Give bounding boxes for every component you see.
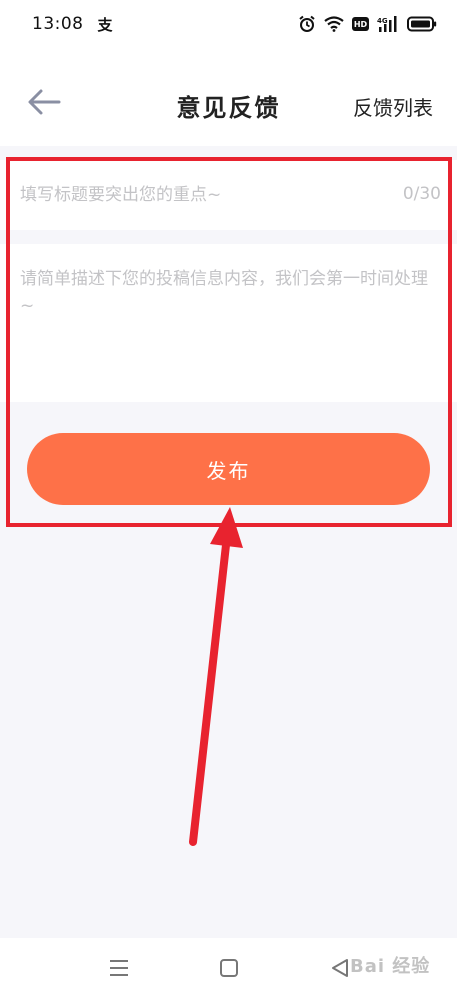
feedback-content-textarea[interactable] [20, 266, 440, 386]
watermark-text: Bai 经验 [350, 956, 431, 977]
signal-4g-icon: 4G [377, 16, 399, 32]
status-right: HD 4G [298, 15, 437, 33]
menu-icon [108, 958, 130, 982]
home-square-icon [219, 958, 239, 982]
back-triangle-icon [330, 958, 350, 982]
header-bar: 意见反馈 反馈列表 [0, 48, 457, 146]
alipay-notification-icon: 支 [97, 15, 113, 34]
publish-button[interactable]: 发布 [27, 433, 430, 505]
title-char-counter: 0/30 [402, 184, 441, 204]
content-field-box [0, 244, 457, 402]
feedback-list-button[interactable]: 反馈列表 [353, 92, 433, 121]
status-bar: 13:08 支 HD 4G [0, 0, 457, 48]
nav-menu-button[interactable] [105, 956, 133, 984]
svg-text:4G: 4G [377, 17, 388, 25]
status-left: 13:08 支 [32, 14, 113, 35]
nav-home-button[interactable] [215, 956, 243, 984]
system-nav-bar: Bai 经验 [0, 938, 457, 1000]
title-field-row: 0/30 [0, 160, 457, 230]
hd-icon: HD [352, 17, 369, 31]
wifi-icon [324, 16, 344, 32]
alarm-icon [298, 15, 316, 33]
feedback-title-input[interactable] [20, 160, 380, 230]
status-time: 13:08 [32, 14, 84, 34]
battery-icon [407, 16, 437, 32]
